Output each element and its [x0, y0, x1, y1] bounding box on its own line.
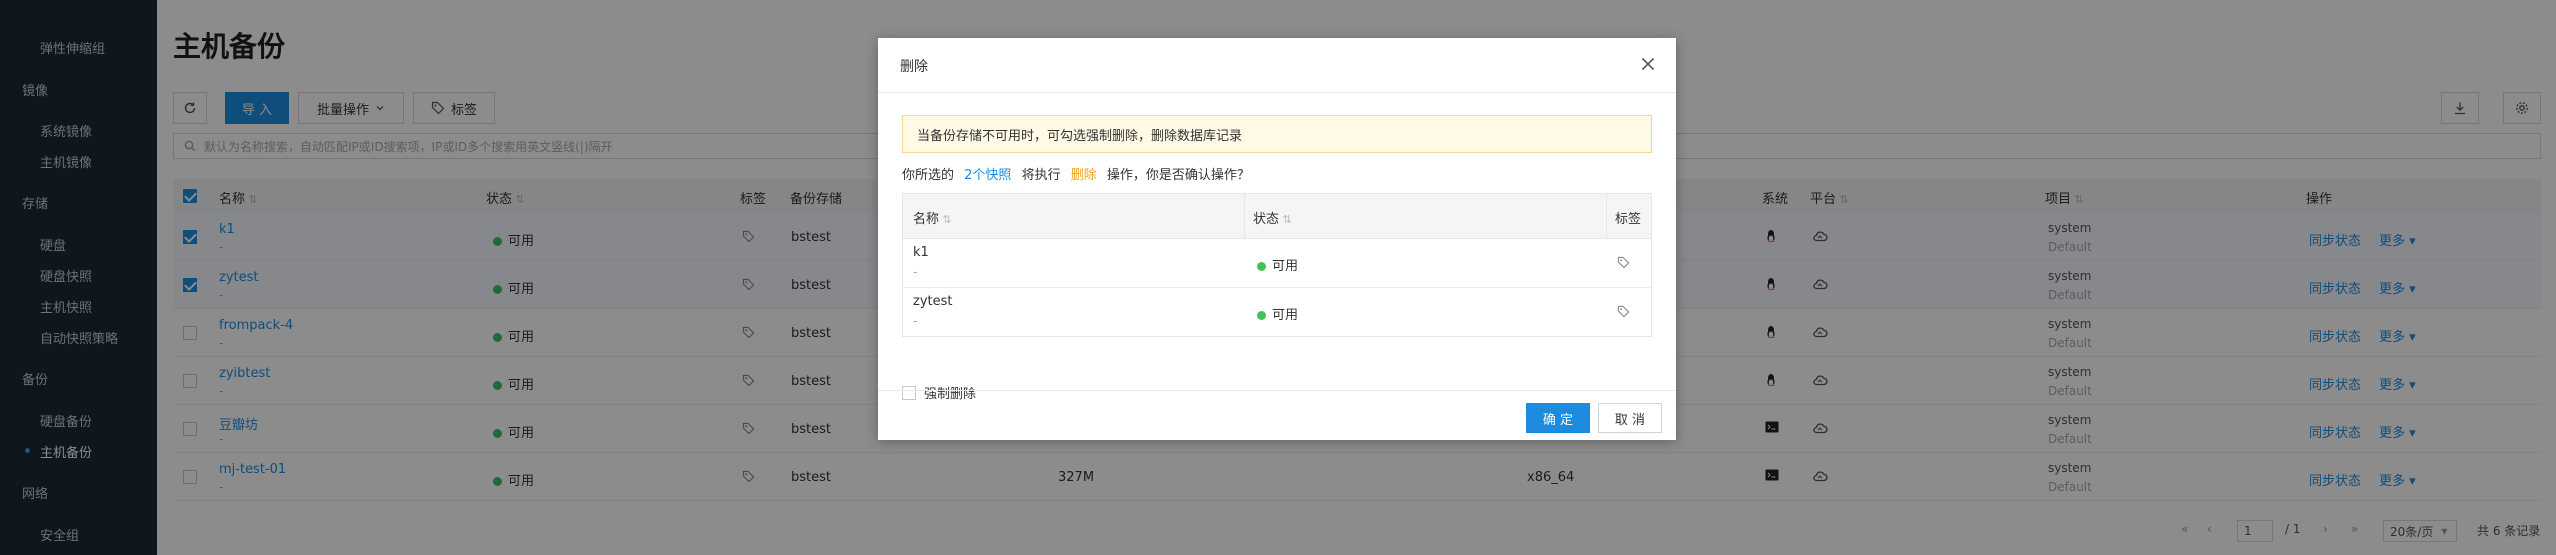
status-dot [1257, 311, 1266, 320]
dialog-header-name[interactable]: 名称 [913, 208, 952, 227]
status-dot [1257, 262, 1266, 271]
close-icon[interactable] [1638, 54, 1658, 74]
dialog-title: 删除 [900, 59, 928, 75]
confirm-mid: 将执行 [1021, 168, 1061, 183]
confirm-count: 2个快照 [964, 168, 1012, 183]
dialog-row-name: zytest [913, 294, 953, 309]
dialog-row-status: 可用 [1257, 255, 1298, 274]
dialog-row-sub: - [913, 314, 918, 329]
tag-icon [1617, 305, 1630, 318]
confirm-action: 删除 [1070, 168, 1097, 183]
dialog-table: 名称 状态 标签 k1 - 可用 zytest - 可用 [902, 193, 1652, 337]
dialog-table-body: k1 - 可用 zytest - 可用 [903, 239, 1651, 336]
dialog-row-name: k1 [913, 245, 929, 260]
confirm-message: 你所选的 2个快照 将执行 删除 操作，你是否确认操作？ [902, 164, 1250, 183]
dialog-footer: 确 定 取 消 [878, 390, 1676, 441]
ok-button[interactable]: 确 定 [1526, 403, 1590, 433]
dialog-row-status-text: 可用 [1272, 259, 1299, 274]
dialog-table-header: 名称 状态 标签 [903, 194, 1651, 239]
confirm-prefix: 你所选的 [902, 168, 955, 183]
tag-icon [1617, 256, 1630, 269]
warning-alert: 当备份存储不可用时，可勾选强制删除，删除数据库记录 [902, 115, 1652, 153]
confirm-suffix: 操作，你是否确认操作？ [1106, 168, 1250, 183]
dialog-table-row: k1 - 可用 [903, 239, 1651, 288]
dialog-row-sub: - [913, 265, 918, 280]
dialog-table-row: zytest - 可用 [903, 288, 1651, 336]
dialog-header-tags: 标签 [1615, 212, 1642, 227]
column-divider [1244, 194, 1245, 238]
delete-dialog: 删除 当备份存储不可用时，可勾选强制删除，删除数据库记录 你所选的 2个快照 将… [878, 38, 1676, 440]
dialog-header: 删除 [878, 38, 1676, 93]
cancel-button[interactable]: 取 消 [1598, 403, 1662, 433]
column-divider [1606, 194, 1607, 238]
dialog-row-status-text: 可用 [1272, 308, 1299, 323]
dialog-header-status[interactable]: 状态 [1253, 208, 1292, 227]
dialog-row-status: 可用 [1257, 304, 1298, 323]
